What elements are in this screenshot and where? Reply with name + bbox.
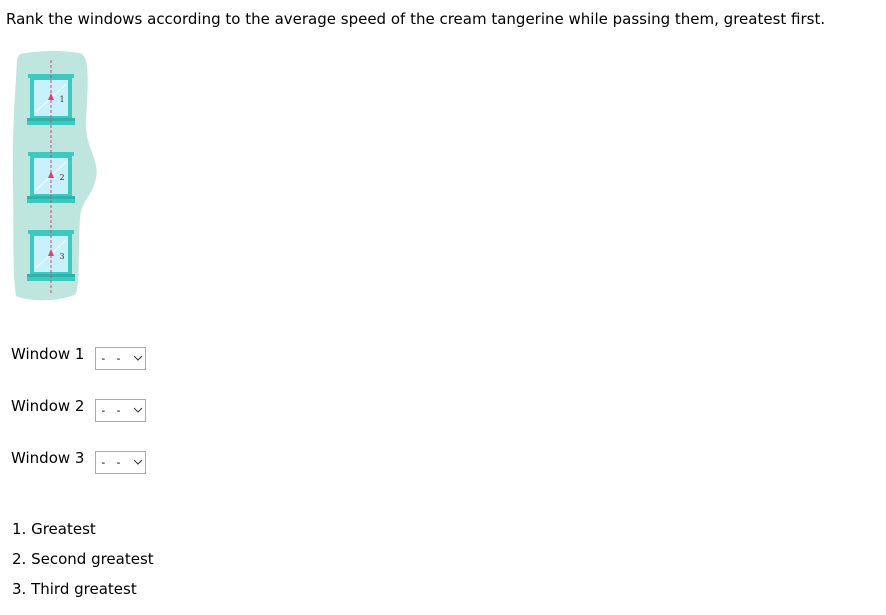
rank-option-text: Greatest: [31, 520, 96, 538]
rank-row-label: Window 3: [11, 449, 85, 467]
rank-option-text: Second greatest: [31, 550, 154, 568]
rank-row-window-1: Window 1 - -: [11, 339, 146, 370]
window-number-2: 2: [59, 173, 64, 182]
page: Rank the windows according to the averag…: [0, 0, 886, 615]
rank-row-window-2: Window 2 - -: [11, 391, 146, 422]
chevron-down-icon: [131, 400, 145, 421]
rank-row-label: Window 1: [11, 345, 85, 363]
rank-option-number: 1.: [12, 520, 27, 538]
rank-option-text: Third greatest: [31, 580, 137, 598]
rank-select-window-2[interactable]: - -: [95, 398, 146, 422]
rank-select-window-1[interactable]: - -: [95, 346, 146, 370]
select-value: - -: [100, 455, 123, 469]
select-value: - -: [100, 403, 123, 417]
rank-select-window-3[interactable]: - -: [95, 450, 146, 474]
chevron-down-icon: [131, 348, 145, 369]
rank-row-window-3: Window 3 - -: [11, 443, 146, 474]
rank-option-number: 3.: [12, 580, 27, 598]
windows-figure: 1 2 3: [12, 51, 97, 301]
rank-option-item: 1. Greatest: [12, 517, 154, 547]
rank-option-item: 2. Second greatest: [12, 547, 154, 577]
question-text: Rank the windows according to the averag…: [6, 10, 826, 28]
rank-options-list: 1. Greatest 2. Second greatest 3. Third …: [12, 517, 154, 607]
rank-option-number: 2.: [12, 550, 27, 568]
rank-row-label: Window 2: [11, 397, 85, 415]
select-value: - -: [100, 351, 123, 365]
window-number-3: 3: [59, 252, 64, 261]
chevron-down-icon: [131, 452, 145, 473]
rank-option-item: 3. Third greatest: [12, 577, 154, 607]
window-number-1: 1: [59, 95, 64, 104]
